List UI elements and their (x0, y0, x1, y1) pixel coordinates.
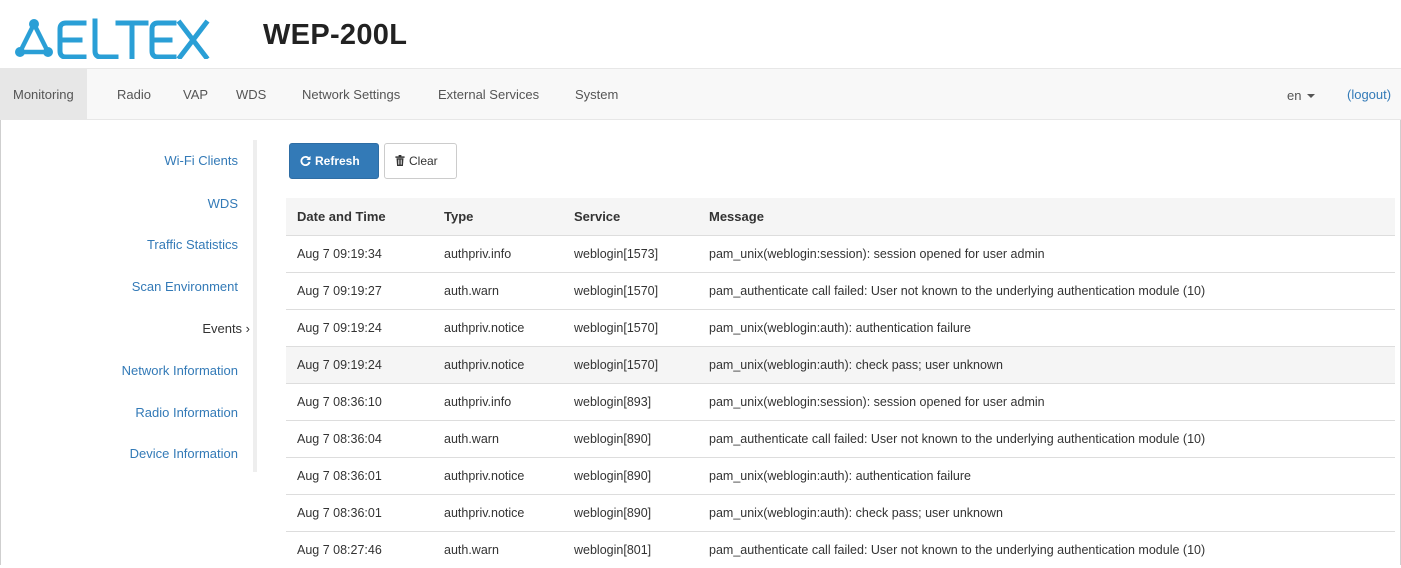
navbar: Monitoring Radio VAP WDS Network Setting… (0, 68, 1401, 120)
sidebar-item-traffic-statistics[interactable]: Traffic Statistics (147, 237, 238, 252)
column-header-message[interactable]: Message (698, 198, 1395, 236)
eltex-logo[interactable] (14, 17, 214, 59)
cell-date: Aug 7 08:36:04 (286, 421, 433, 458)
cell-service: weblogin[1570] (563, 347, 698, 384)
refresh-label: Refresh (315, 154, 360, 168)
cell-message: pam_unix(weblogin:auth): check pass; use… (698, 347, 1395, 384)
trash-icon (395, 155, 405, 166)
cell-date: Aug 7 09:19:34 (286, 236, 433, 273)
events-table: Date and Time Type Service Message Aug 7… (286, 198, 1395, 568)
cell-message: pam_unix(weblogin:auth): check pass; use… (698, 495, 1395, 532)
logout-link[interactable]: (logout) (1347, 69, 1391, 119)
nav-radio[interactable]: Radio (117, 69, 151, 119)
table-row: Aug 7 08:36:01authpriv.noticeweblogin[89… (286, 458, 1395, 495)
sidebar-divider (253, 140, 257, 472)
cell-date: Aug 7 08:36:01 (286, 495, 433, 532)
sidebar-item-events[interactable]: Events › (202, 321, 250, 336)
cell-type: authpriv.info (433, 384, 563, 421)
column-header-type[interactable]: Type (433, 198, 563, 236)
refresh-button[interactable]: Refresh (289, 143, 379, 179)
cell-service: weblogin[890] (563, 458, 698, 495)
cell-service: weblogin[1570] (563, 310, 698, 347)
language-value: en (1287, 88, 1301, 103)
table-row: Aug 7 08:36:04auth.warnweblogin[890]pam_… (286, 421, 1395, 458)
nav-system[interactable]: System (575, 69, 618, 119)
table-row: Aug 7 08:36:01authpriv.noticeweblogin[89… (286, 495, 1395, 532)
language-dropdown[interactable]: en (1287, 69, 1315, 119)
cell-type: authpriv.info (433, 236, 563, 273)
caret-down-icon (1307, 94, 1315, 98)
refresh-icon (300, 155, 311, 166)
sidebar-item-scan-environment[interactable]: Scan Environment (132, 279, 238, 294)
sidebar-item-radio-information[interactable]: Radio Information (135, 405, 238, 420)
cell-date: Aug 7 08:36:10 (286, 384, 433, 421)
clear-label: Clear (409, 154, 438, 168)
cell-type: authpriv.notice (433, 347, 563, 384)
cell-service: weblogin[1573] (563, 236, 698, 273)
nav-network-settings[interactable]: Network Settings (302, 69, 400, 119)
cell-service: weblogin[893] (563, 384, 698, 421)
cell-service: weblogin[1570] (563, 273, 698, 310)
column-header-date[interactable]: Date and Time (286, 198, 433, 236)
table-header-row: Date and Time Type Service Message (286, 198, 1395, 236)
cell-date: Aug 7 08:27:46 (286, 532, 433, 568)
sidebar-item-device-information[interactable]: Device Information (130, 446, 238, 461)
cell-date: Aug 7 09:19:24 (286, 347, 433, 384)
nav-vap[interactable]: VAP (183, 69, 208, 119)
cell-message: pam_authenticate call failed: User not k… (698, 273, 1395, 310)
cell-message: pam_unix(weblogin:session): session open… (698, 384, 1395, 421)
cell-type: auth.warn (433, 532, 563, 568)
nav-wds[interactable]: WDS (236, 69, 266, 119)
cell-service: weblogin[890] (563, 495, 698, 532)
clear-button[interactable]: Clear (384, 143, 457, 179)
cell-date: Aug 7 08:36:01 (286, 458, 433, 495)
cell-service: weblogin[890] (563, 421, 698, 458)
cell-type: authpriv.notice (433, 495, 563, 532)
sidebar-item-wds[interactable]: WDS (208, 196, 238, 211)
cell-type: auth.warn (433, 273, 563, 310)
cell-message: pam_authenticate call failed: User not k… (698, 532, 1395, 568)
device-model: WEP-200L (263, 19, 407, 52)
cell-message: pam_unix(weblogin:auth): authentication … (698, 458, 1395, 495)
table-row: Aug 7 09:19:34authpriv.infoweblogin[1573… (286, 236, 1395, 273)
cell-message: pam_authenticate call failed: User not k… (698, 421, 1395, 458)
table-row: Aug 7 09:19:27auth.warnweblogin[1570]pam… (286, 273, 1395, 310)
table-row: Aug 7 09:19:24authpriv.noticeweblogin[15… (286, 347, 1395, 384)
cell-type: authpriv.notice (433, 458, 563, 495)
sidebar-item-wifi-clients[interactable]: Wi-Fi Clients (164, 153, 238, 168)
sidebar-item-network-information[interactable]: Network Information (122, 363, 238, 378)
table-row: Aug 7 09:19:24authpriv.noticeweblogin[15… (286, 310, 1395, 347)
cell-date: Aug 7 09:19:24 (286, 310, 433, 347)
cell-message: pam_unix(weblogin:session): session open… (698, 236, 1395, 273)
column-header-service[interactable]: Service (563, 198, 698, 236)
cell-message: pam_unix(weblogin:auth): authentication … (698, 310, 1395, 347)
cell-type: auth.warn (433, 421, 563, 458)
header: WEP-200L (0, 0, 1401, 68)
cell-date: Aug 7 09:19:27 (286, 273, 433, 310)
cell-service: weblogin[801] (563, 532, 698, 568)
cell-type: authpriv.notice (433, 310, 563, 347)
nav-monitoring[interactable]: Monitoring (0, 69, 87, 119)
nav-external-services[interactable]: External Services (438, 69, 539, 119)
table-row: Aug 7 08:27:46auth.warnweblogin[801]pam_… (286, 532, 1395, 568)
table-row: Aug 7 08:36:10authpriv.infoweblogin[893]… (286, 384, 1395, 421)
